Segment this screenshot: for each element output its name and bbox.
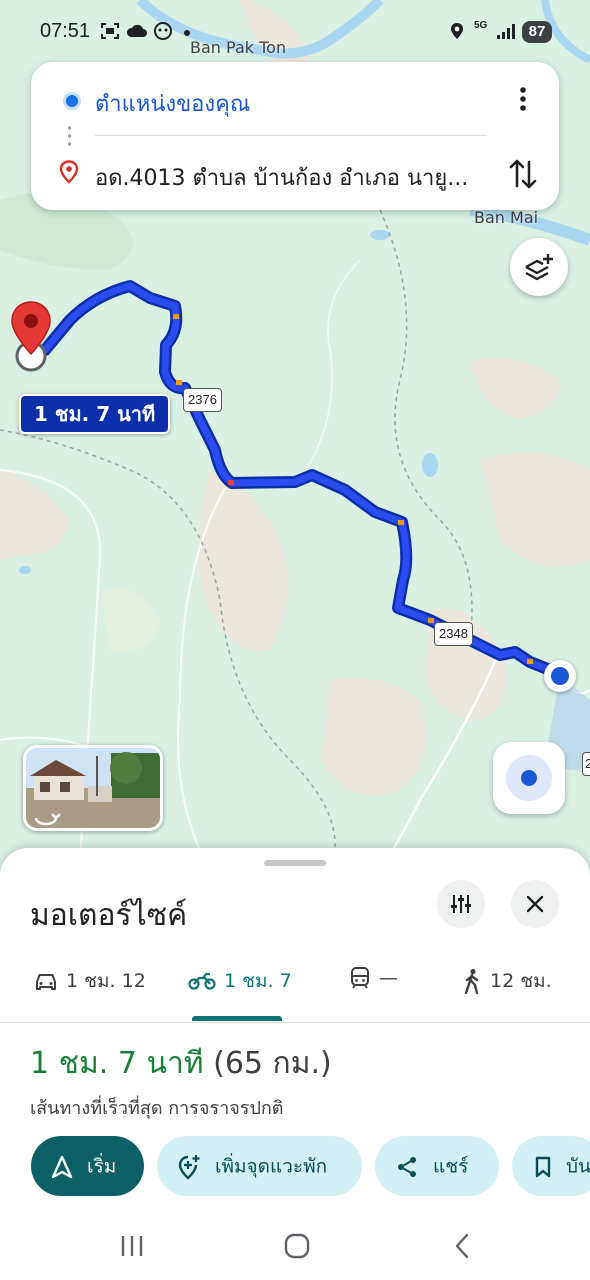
location-icon	[451, 23, 463, 39]
origin-field[interactable]: ตำแหน่งของคุณ	[95, 86, 250, 121]
my-location-button[interactable]	[493, 742, 565, 814]
signal-icon	[497, 24, 515, 39]
layers-add-icon	[525, 254, 553, 281]
route-options-button[interactable]	[437, 880, 485, 928]
cloud-icon	[126, 24, 147, 37]
status-bar: 07:51 5G 87	[0, 0, 590, 60]
directions-card: ตำแหน่งของคุณ อด.4013 ตำบล บ้านก้อง อำเภ…	[31, 62, 559, 210]
tab-walking[interactable]: 12 ชม.	[462, 966, 552, 996]
drag-handle[interactable]	[264, 860, 326, 866]
route-shield: 2348	[434, 622, 473, 646]
my-location-icon	[521, 770, 537, 786]
travel-mode-title: มอเตอร์ไซค์	[30, 898, 188, 933]
navigation-arrow-icon	[51, 1155, 73, 1178]
start-navigation-button[interactable]: เริ่ม	[31, 1136, 144, 1196]
bookmark-icon	[535, 1156, 551, 1177]
route-note: เส้นทางที่เร็วที่สุด การจราจรปกติ	[30, 1098, 284, 1119]
dot-icon	[184, 30, 190, 36]
destination-field[interactable]: อด.4013 ตำบล บ้านก้อง อำเภอ นายู...	[95, 160, 468, 195]
car-icon	[36, 974, 56, 990]
close-button[interactable]	[511, 880, 559, 928]
divider	[95, 135, 487, 136]
add-stop-button[interactable]: เพิ่มจุดแวะพัก	[157, 1136, 362, 1196]
screenshot-icon	[101, 23, 119, 39]
route-eta-label[interactable]: 1 ชม. 7 นาที	[19, 394, 171, 434]
walk-icon	[464, 968, 479, 995]
share-icon	[398, 1156, 416, 1177]
active-tab-indicator	[192, 1016, 282, 1021]
transit-icon	[351, 967, 369, 989]
home-icon[interactable]	[283, 1232, 311, 1260]
layers-button[interactable]	[510, 238, 568, 296]
tab-motorcycle[interactable]: 1 ชม. 7	[188, 966, 292, 996]
app-notification-icon	[154, 22, 172, 40]
more-options-icon[interactable]	[509, 84, 537, 114]
swap-icon[interactable]	[507, 156, 539, 192]
destination-pin-icon[interactable]	[10, 300, 54, 374]
route-distance: (65 กม.)	[213, 1046, 332, 1081]
route-shield: 2	[582, 752, 590, 776]
place-label: Ban Mai	[474, 208, 539, 227]
back-icon[interactable]	[452, 1232, 472, 1260]
battery-indicator: 87	[522, 21, 552, 43]
share-button[interactable]: แชร์	[375, 1136, 499, 1196]
origin-dot-icon	[63, 92, 81, 110]
tab-transit[interactable]: —	[349, 966, 398, 996]
add-location-icon	[178, 1154, 200, 1180]
route-duration: 1 ชม. 7 นาที	[30, 1046, 204, 1081]
travel-mode-tabs: 1 ชม. 12 1 ชม. 7 — 12 ชม.	[0, 948, 590, 1023]
status-time: 07:51	[40, 20, 91, 42]
save-button[interactable]: บัน	[512, 1136, 590, 1196]
street-view-thumbnail[interactable]	[23, 745, 163, 831]
motorcycle-icon	[188, 972, 216, 990]
route-dots-icon	[68, 124, 71, 148]
tab-driving[interactable]: 1 ชม. 12	[34, 966, 146, 996]
system-nav-bar	[0, 1210, 590, 1280]
route-summary: 1 ชม. 7 นาที (65 กม.)	[30, 1040, 332, 1087]
street-view-image	[26, 748, 160, 828]
current-location-marker	[544, 660, 576, 692]
route-shield: 2376	[183, 388, 222, 412]
recent-apps-icon[interactable]	[118, 1234, 146, 1258]
close-icon	[526, 895, 544, 913]
destination-pin-icon	[59, 160, 79, 184]
network-type: 5G	[474, 20, 488, 31]
tune-icon	[451, 895, 471, 913]
